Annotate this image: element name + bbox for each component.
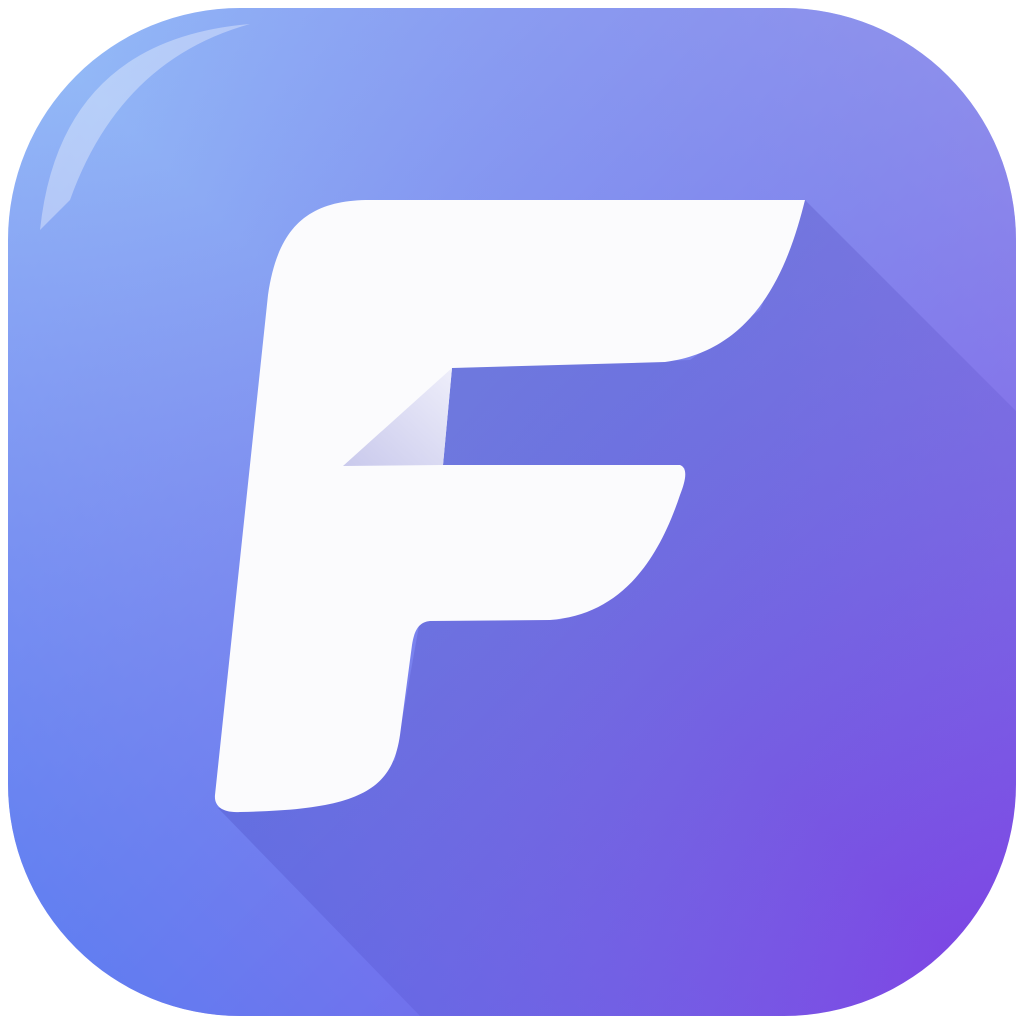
app-icon-canvas bbox=[0, 0, 1024, 1024]
f-app-icon[interactable] bbox=[0, 0, 1024, 1024]
